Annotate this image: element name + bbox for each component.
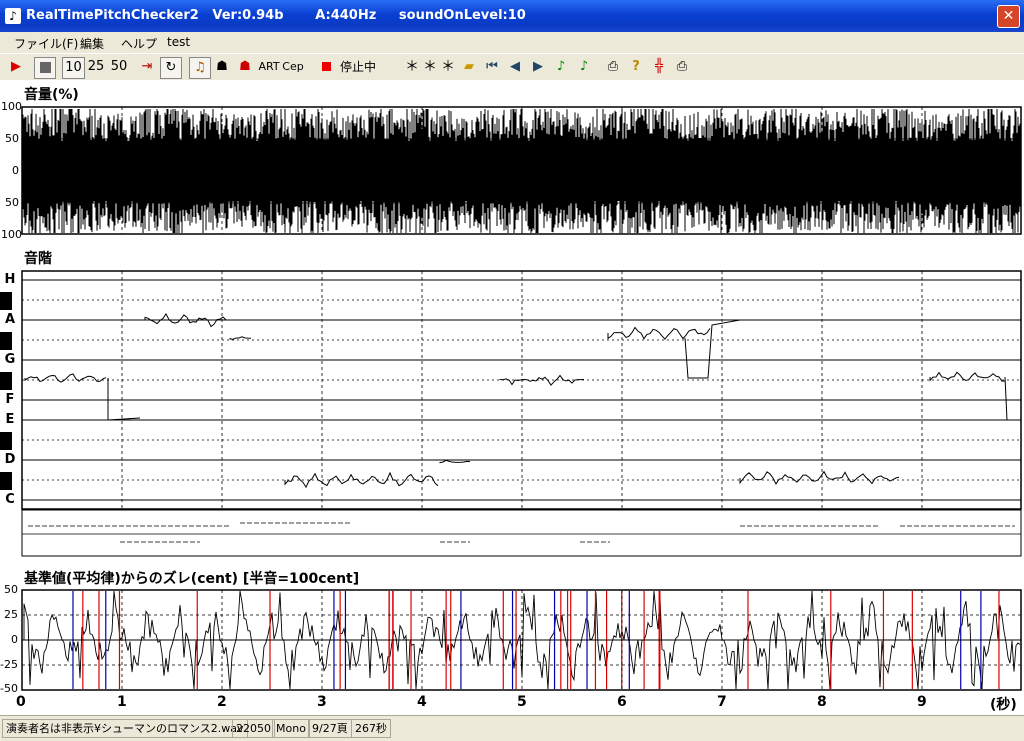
stop-icon[interactable]: [34, 57, 56, 79]
status-channels: Mono: [272, 719, 310, 738]
pitch-segment: [107, 378, 141, 421]
cep-button[interactable]: Cep: [282, 57, 304, 77]
record-stop-icon[interactable]: [318, 57, 334, 77]
menu-bar: ファイル(F) 編集 ヘルプ test: [0, 32, 1024, 52]
status-bar: 演奏者名は非表示¥シューマンのロマンス2.wav 22050 Mono 9/27…: [0, 715, 1024, 741]
pitch-segment: [439, 459, 471, 464]
next-page-icon[interactable]: ▶: [530, 57, 546, 77]
pitch-segment: [24, 373, 107, 383]
loop-icon[interactable]: ↻: [160, 57, 182, 79]
print-icon[interactable]: ⎙: [604, 57, 622, 77]
recording-status: 停止中: [340, 60, 377, 74]
help-icon[interactable]: ?: [627, 57, 645, 77]
print-preview-icon[interactable]: ⎙: [673, 57, 691, 77]
play-icon[interactable]: ▶: [6, 57, 26, 77]
person-red-icon[interactable]: ☗: [236, 57, 254, 77]
menu-edit[interactable]: 編集: [80, 35, 104, 52]
graph-area: 音量(%) 100 50 0 50 100 音階 H A G F E D C 基…: [0, 80, 1024, 715]
status-samplerate: 22050: [232, 719, 275, 738]
pitch-segment: [607, 326, 711, 340]
articulation-frame: [21, 509, 1022, 557]
menu-file[interactable]: ファイル(F): [14, 35, 78, 52]
status-page: 9/27頁: [308, 719, 352, 738]
scale-frame: [21, 270, 1022, 510]
menu-help[interactable]: ヘルプ: [121, 35, 157, 52]
first-page-icon[interactable]: ⏮: [484, 57, 500, 77]
status-duration: 267秒: [351, 719, 391, 738]
pitch-segment: [739, 470, 900, 485]
pitch-segment: [684, 319, 741, 379]
zoom-25-button[interactable]: 25: [86, 57, 106, 77]
jump-to-end-icon[interactable]: ⇥: [138, 57, 156, 77]
toolbar: ▶ 10 25 50 ⇥ ↻ ♫ ☗ ☗ ART Cep 停止中 ＊＊＊ ▰ ⏮…: [0, 53, 1024, 81]
close-button[interactable]: ✕: [997, 5, 1020, 28]
pitch-segment: [229, 336, 252, 340]
status-filename: 演奏者名は非表示¥シューマンのロマンス2.wav: [2, 719, 248, 738]
art-button[interactable]: ART: [258, 57, 280, 77]
window-title: RealTimePitchChecker2 Ver:0.94b A:440Hz …: [26, 8, 526, 23]
prev-page-icon[interactable]: ◀: [507, 57, 523, 77]
graph-canvas: [21, 106, 1022, 691]
person-icon[interactable]: ☗: [213, 57, 231, 77]
violin-icon[interactable]: ♫: [189, 57, 211, 79]
pitch-readout: ＊＊＊: [405, 59, 459, 75]
pitch-segment: [1004, 376, 1020, 421]
app-icon: ♪: [5, 8, 21, 24]
menu-test[interactable]: test: [167, 35, 190, 49]
title-bar: ♪ RealTimePitchChecker2 Ver:0.94b A:440H…: [0, 0, 1024, 32]
open-folder-icon[interactable]: ▰: [460, 57, 478, 77]
zoom-10-button[interactable]: 10: [62, 57, 85, 79]
note-icon[interactable]: ♪: [553, 57, 569, 77]
note-alt-icon[interactable]: ♪: [576, 57, 592, 77]
marker-icon[interactable]: ╬: [650, 57, 668, 77]
zoom-50-button[interactable]: 50: [109, 57, 129, 77]
